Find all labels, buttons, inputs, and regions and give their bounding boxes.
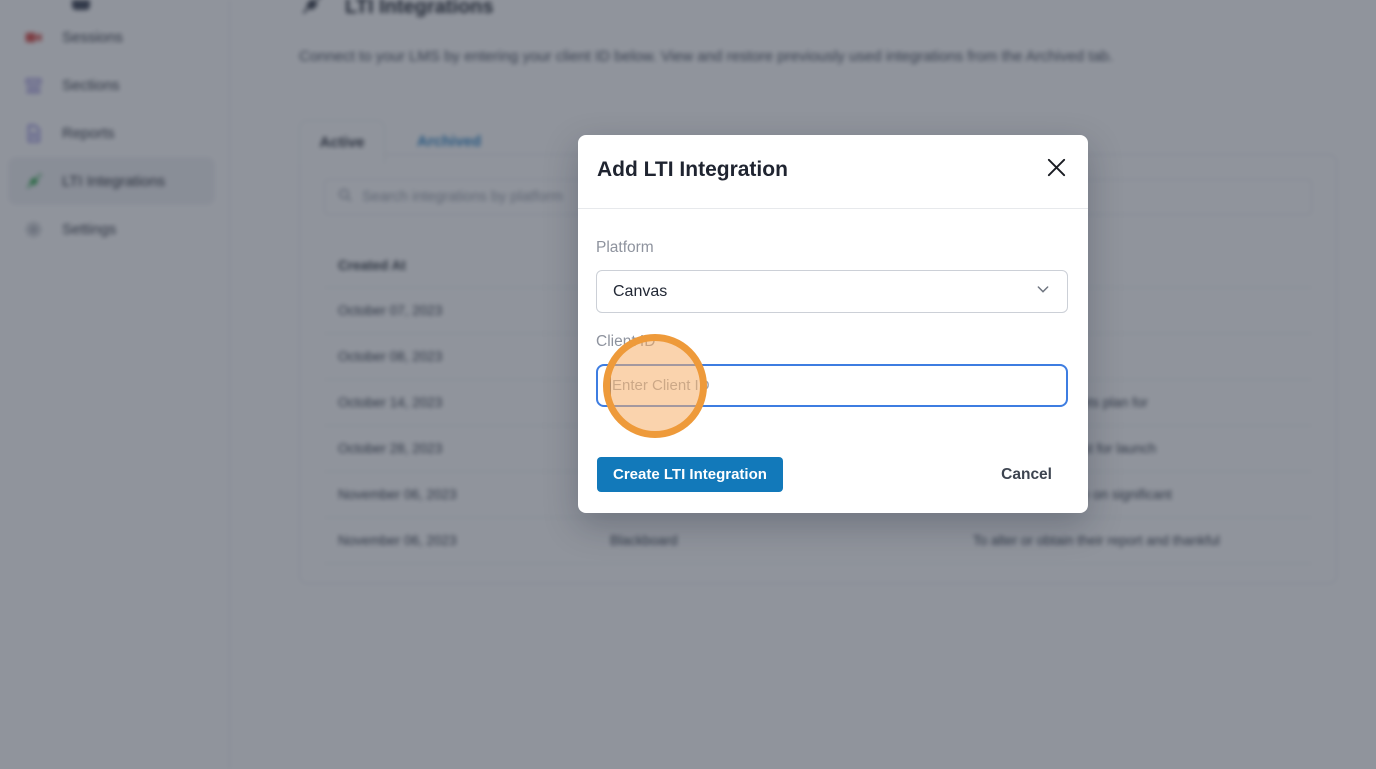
cancel-button[interactable]: Cancel — [1001, 466, 1052, 484]
close-button[interactable] — [1044, 158, 1068, 182]
client-id-label: Client ID — [596, 333, 655, 351]
chevron-down-icon — [1035, 281, 1051, 302]
platform-select[interactable]: Canvas — [596, 270, 1068, 313]
client-id-input[interactable] — [596, 364, 1068, 407]
add-lti-integration-dialog: Add LTI Integration Platform Canvas Clie… — [578, 135, 1088, 513]
text-cursor — [609, 375, 611, 396]
close-icon — [1045, 156, 1068, 184]
dialog-title: Add LTI Integration — [597, 158, 788, 182]
dialog-header: Add LTI Integration — [578, 135, 1088, 209]
platform-label: Platform — [596, 239, 654, 257]
platform-selected-value: Canvas — [613, 283, 667, 301]
client-id-field-wrap — [596, 364, 1068, 407]
dialog-footer: Create LTI Integration Cancel — [578, 457, 1088, 492]
create-lti-integration-button[interactable]: Create LTI Integration — [597, 457, 783, 492]
